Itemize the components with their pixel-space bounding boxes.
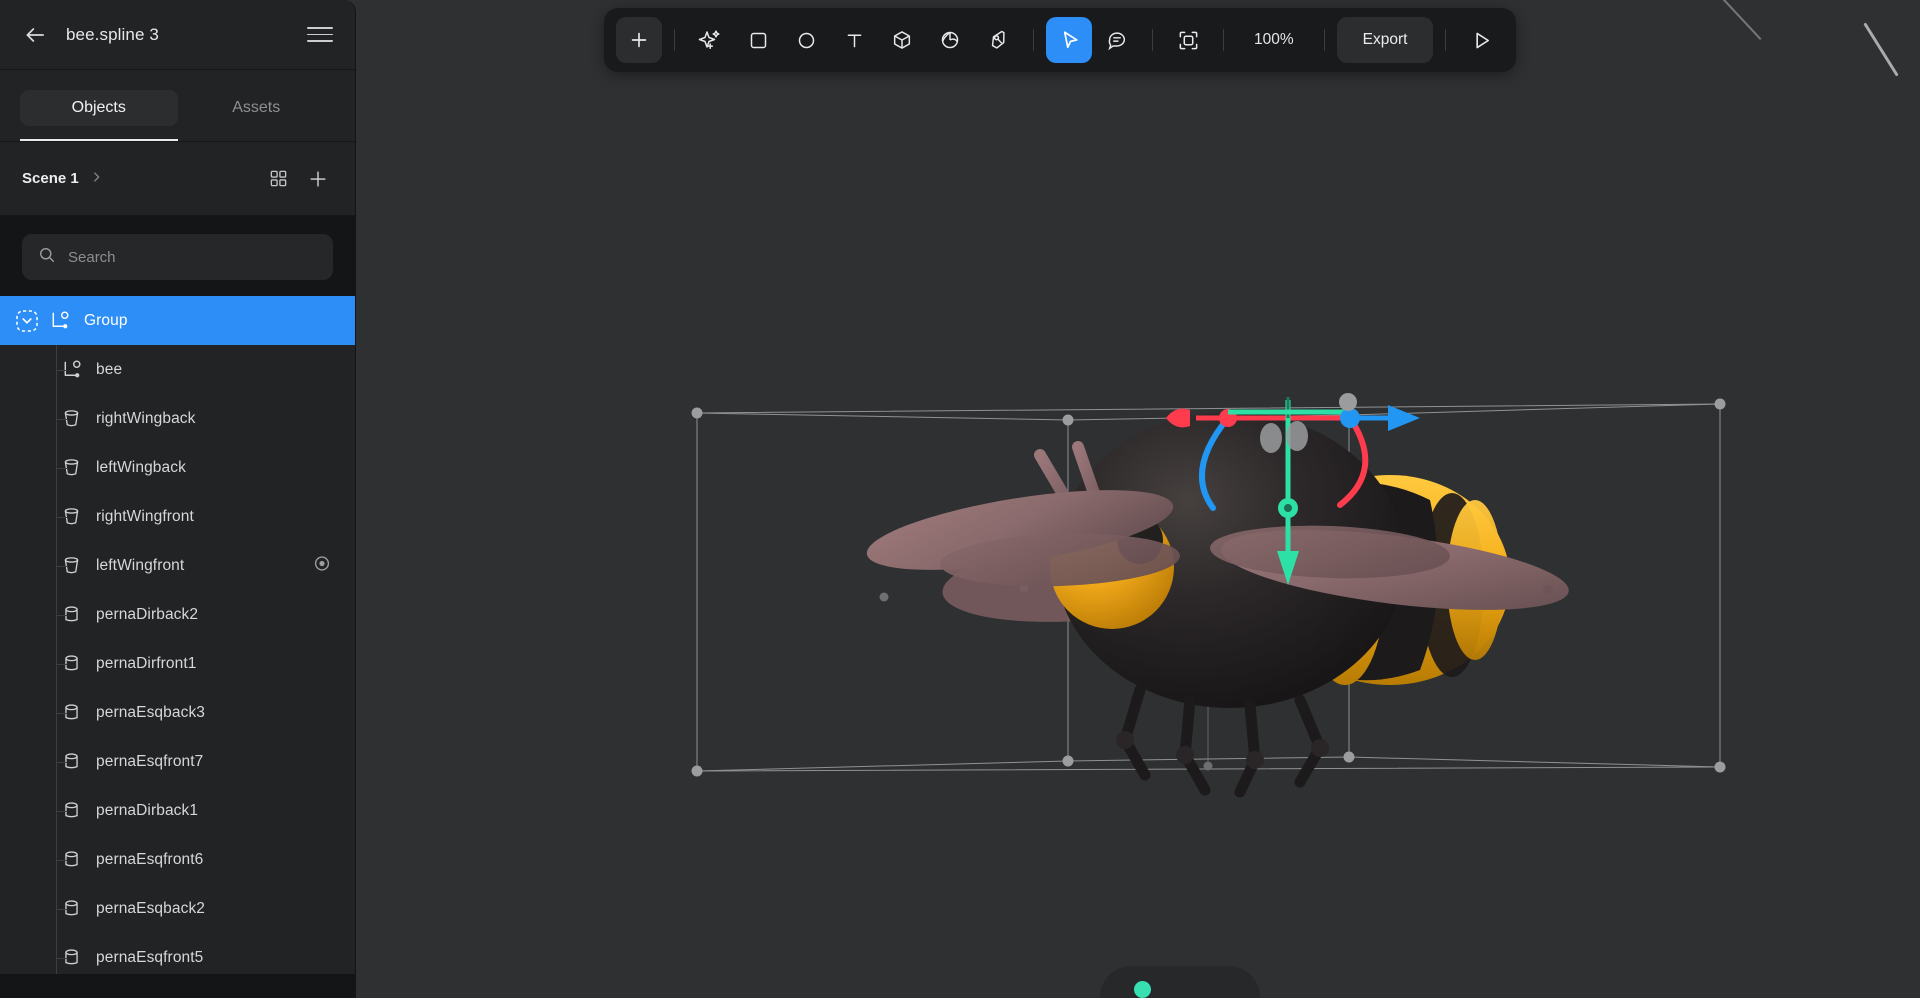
tree-item-group[interactable]: Group bbox=[0, 296, 355, 345]
hamburger-menu-icon[interactable] bbox=[307, 22, 333, 48]
tree-item-pernaesqback3[interactable]: pernaEsqback3 bbox=[0, 688, 355, 737]
tree-item-rightwingback[interactable]: rightWingback bbox=[0, 394, 355, 443]
sphere-icon[interactable] bbox=[927, 17, 973, 63]
add-icon[interactable] bbox=[616, 17, 662, 63]
document-title: bee.spline 3 bbox=[66, 24, 159, 44]
top-toolbar: 100% Export bbox=[604, 8, 1517, 72]
comment-icon[interactable] bbox=[1094, 17, 1140, 63]
toolbar-divider bbox=[1033, 29, 1034, 51]
tab-objects[interactable]: Objects bbox=[20, 78, 178, 141]
tree-guide-tick bbox=[56, 761, 67, 763]
tree-item-label: pernaEsqback3 bbox=[96, 703, 206, 721]
tree-item-pernadirfront1[interactable]: pernaDirfront1 bbox=[0, 639, 355, 688]
scene-row: Scene 1 bbox=[0, 142, 355, 216]
tree-guide-tick bbox=[56, 614, 67, 616]
tree-guide-tick bbox=[56, 369, 67, 371]
app-window: 100% Export bee.spline 3 Objects Assets … bbox=[0, 0, 1920, 998]
tree-item-pernaesqback2[interactable]: pernaEsqback2 bbox=[0, 884, 355, 933]
tree-guide-tick bbox=[56, 516, 67, 518]
status-dot bbox=[1134, 981, 1151, 998]
toolbar-divider bbox=[1445, 29, 1447, 51]
tab-assets[interactable]: Assets bbox=[178, 78, 336, 141]
cube-icon[interactable] bbox=[879, 17, 925, 63]
tree-item-label: leftWingback bbox=[96, 458, 186, 476]
arrow-left-icon[interactable] bbox=[22, 22, 48, 48]
sidebar-tabs: Objects Assets bbox=[0, 70, 355, 142]
tree-item-label: pernaEsqfront6 bbox=[96, 850, 204, 868]
tree-item-label: pernaEsqfront7 bbox=[96, 752, 204, 770]
sparkle-ai-icon[interactable] bbox=[687, 17, 733, 63]
tab-assets-label: Assets bbox=[232, 99, 281, 116]
tab-objects-label: Objects bbox=[20, 90, 178, 126]
tree-item-label: pernaEsqfront5 bbox=[96, 948, 204, 966]
gizmo-arc-z bbox=[1199, 415, 1231, 511]
gizmo-arc-x bbox=[1337, 415, 1369, 508]
tree-guide-tick bbox=[56, 565, 67, 567]
tree-item-bee[interactable]: bee bbox=[0, 345, 355, 394]
export-button[interactable]: Export bbox=[1336, 17, 1434, 63]
tree-item-label: rightWingback bbox=[96, 409, 196, 427]
tree-item-label: pernaDirback2 bbox=[96, 605, 199, 623]
tree-item-label: pernaEsqback2 bbox=[96, 899, 206, 917]
tree-guide-tick bbox=[56, 418, 67, 420]
search-input[interactable] bbox=[68, 248, 317, 266]
tree-guide-tick bbox=[56, 908, 67, 910]
tree-item-pernadirback2[interactable]: pernaDirback2 bbox=[0, 590, 355, 639]
tree-item-pernaesqfront7[interactable]: pernaEsqfront7 bbox=[0, 737, 355, 786]
cursor-select-icon[interactable] bbox=[1046, 17, 1092, 63]
tree-item-leftwingback[interactable]: leftWingback bbox=[0, 443, 355, 492]
chevron-right-icon[interactable] bbox=[91, 170, 102, 187]
text-icon[interactable] bbox=[831, 17, 877, 63]
toolbar-divider bbox=[1152, 29, 1153, 51]
toolbar-divider bbox=[674, 29, 675, 51]
play-icon[interactable] bbox=[1458, 17, 1504, 63]
tree-item-label: bee bbox=[96, 360, 123, 378]
zoom-level-label[interactable]: 100% bbox=[1236, 31, 1312, 49]
visibility-target-icon[interactable] bbox=[313, 554, 331, 577]
tree-item-label: Group bbox=[84, 311, 128, 329]
tree-item-label: pernaDirfront1 bbox=[96, 654, 197, 672]
plus-icon[interactable] bbox=[303, 164, 333, 194]
sidebar-header: bee.spline 3 bbox=[0, 0, 355, 70]
tree-item-rightwingfront[interactable]: rightWingfront bbox=[0, 492, 355, 541]
tree-item-leftwingfront[interactable]: leftWingfront bbox=[0, 541, 355, 590]
tree-item-pernadirback1[interactable]: pernaDirback1 bbox=[0, 786, 355, 835]
pen-tool-icon[interactable] bbox=[975, 17, 1021, 63]
tree-guide-tick bbox=[56, 957, 67, 959]
left-sidebar: bee.spline 3 Objects Assets Scene 1 Sear… bbox=[0, 0, 356, 998]
tree-guide-tick bbox=[56, 859, 67, 861]
tree-item-label: leftWingfront bbox=[96, 556, 185, 574]
search-box[interactable] bbox=[22, 234, 333, 280]
frame-icon[interactable] bbox=[1165, 17, 1211, 63]
tree-guide-tick bbox=[56, 712, 67, 714]
square-icon[interactable] bbox=[735, 17, 781, 63]
search-container bbox=[0, 216, 355, 296]
tree-guide-tick bbox=[56, 467, 67, 469]
chevron-down-icon[interactable] bbox=[12, 306, 42, 336]
object-tree[interactable]: Group bee rightWingback leftWingback rightWi… bbox=[0, 296, 355, 998]
tree-guide-tick bbox=[56, 663, 67, 665]
bottom-toolbar-widget[interactable] bbox=[1100, 966, 1260, 998]
circle-icon[interactable] bbox=[783, 17, 829, 63]
tree-item-label: rightWingfront bbox=[96, 507, 194, 525]
scene-name[interactable]: Scene 1 bbox=[22, 170, 79, 187]
tree-item-label: pernaDirback1 bbox=[96, 801, 199, 819]
tree-bottom-fade bbox=[0, 974, 355, 998]
vector-path-icon bbox=[46, 310, 72, 331]
toolbar-divider bbox=[1223, 29, 1224, 51]
tree-guide-tick bbox=[56, 810, 67, 812]
grid-view-icon[interactable] bbox=[263, 164, 293, 194]
search-icon bbox=[38, 246, 56, 269]
toolbar-divider bbox=[1323, 29, 1325, 51]
tree-item-pernaesqfront6[interactable]: pernaEsqfront6 bbox=[0, 835, 355, 884]
